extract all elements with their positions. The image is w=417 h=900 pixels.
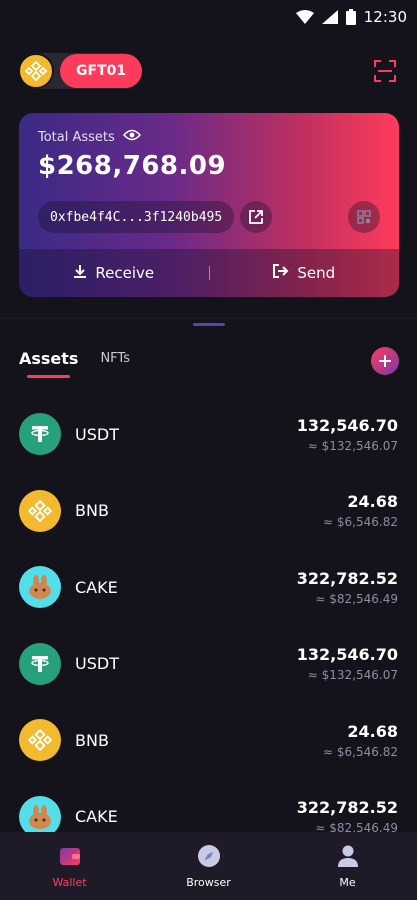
send-button[interactable]: Send: [210, 264, 400, 282]
asset-values: 132,546.70 ≈ $132,546.07: [297, 416, 398, 453]
external-link-icon[interactable]: [240, 201, 273, 233]
asset-amount: 132,546.70: [296, 415, 398, 435]
asset-amount: 24.68: [347, 492, 398, 512]
signal-icon: [321, 10, 338, 24]
asset-fiat-value: ≈ $82,546.49: [315, 591, 398, 606]
wallet-icon: [58, 844, 82, 872]
asset-symbol: BNB: [75, 730, 109, 750]
asset-row-bnb[interactable]: BNB 24.68 ≈ $6,546.82: [0, 473, 417, 550]
battery-icon: [345, 9, 356, 25]
nav-browser-label: Browser: [186, 875, 231, 889]
total-assets-card: Total Assets $268,768.09 0xfbe4f4C...3f1…: [19, 113, 399, 297]
asset-fiat-value: ≈ $6,546.82: [323, 515, 398, 530]
asset-symbol: USDT: [75, 654, 119, 674]
asset-list: USDT 132,546.70 ≈ $132,546.07 BNB 24.68 …: [0, 396, 417, 832]
asset-values: 322,782.52 ≈ $82,546.49: [297, 798, 398, 832]
asset-symbol: USDT: [75, 424, 119, 444]
compass-icon: [197, 844, 221, 872]
asset-row-cake[interactable]: CAKE 322,782.52 ≈ $82,546.49: [0, 549, 417, 626]
wallet-name: GFT01: [60, 54, 143, 88]
asset-symbol: CAKE: [75, 807, 118, 827]
scan-icon[interactable]: [371, 57, 399, 85]
asset-row-cake[interactable]: CAKE 322,782.52 ≈ $82,546.49: [0, 779, 417, 832]
card-actions: Receive Send: [19, 249, 399, 297]
wallet-selector[interactable]: GFT01: [18, 53, 143, 89]
usdt-icon: [19, 642, 61, 685]
nav-wallet-label: Wallet: [52, 875, 87, 889]
nav-me-label: Me: [339, 875, 356, 889]
asset-values: 132,546.70 ≈ $132,546.07: [297, 645, 398, 682]
cake-icon: [19, 566, 61, 609]
wifi-icon: [295, 10, 314, 24]
eye-icon[interactable]: [122, 129, 141, 145]
download-icon: [73, 264, 87, 282]
send-label: Send: [297, 264, 336, 282]
send-icon: [273, 264, 289, 282]
asset-row-usdt[interactable]: USDT 132,546.70 ≈ $132,546.07: [0, 626, 417, 703]
asset-symbol: CAKE: [75, 577, 118, 597]
asset-tabs: Assets NFTs: [19, 345, 399, 378]
total-assets-label: Total Assets: [38, 129, 115, 145]
status-time: 12:30: [363, 8, 407, 26]
asset-amount: 322,782.52: [296, 798, 398, 818]
nav-me[interactable]: Me: [303, 844, 393, 889]
bottom-nav: Wallet Browser Me: [0, 832, 417, 900]
user-icon: [336, 844, 360, 872]
asset-values: 24.68 ≈ $6,546.82: [323, 722, 398, 759]
asset-fiat-value: ≈ $132,546.07: [307, 438, 398, 453]
header: GFT01: [18, 53, 399, 89]
total-assets-value: $268,768.09: [38, 151, 227, 181]
receive-button[interactable]: Receive: [19, 264, 209, 282]
asset-row-bnb[interactable]: BNB 24.68 ≈ $6,546.82: [0, 702, 417, 779]
asset-values: 24.68 ≈ $6,546.82: [323, 492, 398, 529]
nav-wallet[interactable]: Wallet: [25, 844, 115, 889]
asset-symbol: BNB: [75, 501, 109, 521]
bnb-coin-icon: [18, 53, 54, 89]
cake-icon: [19, 795, 61, 832]
bnb-icon: [19, 489, 61, 532]
tab-assets[interactable]: Assets: [19, 349, 78, 378]
section-separator: [0, 318, 417, 319]
wallet-address[interactable]: 0xfbe4f4C...3f1240b495: [38, 201, 235, 233]
asset-row-usdt[interactable]: USDT 132,546.70 ≈ $132,546.07: [0, 396, 417, 473]
drag-handle[interactable]: [193, 323, 225, 326]
asset-fiat-value: ≈ $132,546.07: [307, 668, 398, 683]
address-row: 0xfbe4f4C...3f1240b495: [38, 200, 380, 234]
receive-label: Receive: [95, 264, 155, 282]
add-token-button[interactable]: [371, 347, 399, 375]
bnb-icon: [19, 719, 61, 762]
asset-amount: 132,546.70: [296, 645, 398, 665]
total-assets-label-row: Total Assets: [38, 129, 380, 145]
asset-values: 322,782.52 ≈ $82,546.49: [297, 569, 398, 606]
asset-fiat-value: ≈ $82,546.49: [315, 821, 398, 832]
qr-code-icon[interactable]: [348, 201, 380, 233]
tab-nfts[interactable]: NFTs: [100, 351, 130, 372]
status-bar: 12:30: [0, 0, 417, 34]
usdt-icon: [19, 413, 61, 456]
nav-browser[interactable]: Browser: [164, 844, 254, 889]
asset-amount: 322,782.52: [296, 568, 398, 588]
asset-amount: 24.68: [347, 721, 398, 741]
asset-fiat-value: ≈ $6,546.82: [323, 744, 398, 759]
